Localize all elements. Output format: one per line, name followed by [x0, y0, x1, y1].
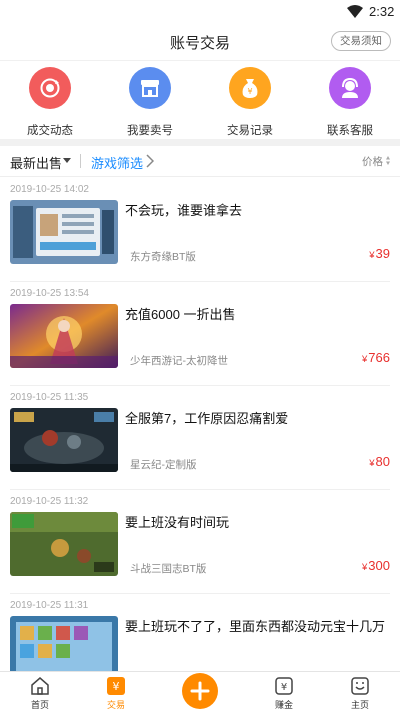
quick-item-sell[interactable]: 我要卖号	[100, 67, 200, 137]
listing-price: ¥300	[362, 558, 390, 573]
listing-thumbnail	[10, 408, 118, 472]
filter-bar: 最新出售 游戏筛选 价格	[0, 146, 400, 177]
filter-separator	[80, 154, 81, 168]
quick-menu: 成交动态 我要卖号 ¥ 交易记录 联系客服	[0, 60, 400, 139]
refresh-coin-icon	[29, 67, 71, 109]
listing-game-name: 东方奇缘BT版	[130, 251, 196, 263]
tab-home[interactable]: 首页	[0, 672, 80, 711]
trade-notice-button[interactable]: 交易须知	[331, 31, 391, 51]
tab-profile[interactable]: 主页	[320, 672, 400, 711]
listing-item[interactable]: 2019-10-25 11:32 要上班没有时间玩 斗战三国志BT版 ¥300	[0, 490, 400, 594]
listing-thumbnail	[10, 616, 118, 671]
listing-thumbnail	[10, 512, 118, 576]
money-bag-icon: ¥	[229, 67, 271, 109]
listing-title: 要上班玩不了了，里面东西都没动元宝十几万	[125, 619, 386, 634]
chevron-right-icon	[146, 154, 154, 168]
listing-date: 2019-10-25 11:32	[10, 496, 89, 507]
listing-date: 2019-10-25 11:35	[10, 392, 89, 403]
tab-earn[interactable]: ¥ 赚金	[244, 672, 324, 711]
sort-arrows-icon	[386, 156, 390, 165]
listing-game-name: 星云纪-定制版	[130, 459, 197, 471]
quick-item-deals[interactable]: 成交动态	[0, 67, 100, 137]
publish-fab-button[interactable]	[182, 673, 218, 709]
listing-item[interactable]: 2019-10-25 14:02 不会玩，谁要谁拿去 东方奇缘BT版 ¥39	[0, 178, 400, 282]
listing-price: ¥80	[369, 454, 390, 469]
quick-item-label: 我要卖号	[127, 125, 173, 137]
listing-price: ¥39	[369, 246, 390, 261]
listing-game-name: 少年西游记-太初降世	[130, 355, 228, 367]
listing-title: 全服第7，工作原因忍痛割爱	[125, 411, 289, 426]
svg-text:¥: ¥	[247, 87, 252, 96]
game-filter-button[interactable]: 游戏筛选	[91, 153, 143, 172]
quick-item-support[interactable]: 联系客服	[300, 67, 400, 137]
listing-date: 2019-10-25 14:02	[10, 184, 89, 195]
plus-icon	[190, 681, 210, 701]
tab-label: 首页	[30, 700, 49, 710]
price-sort-button[interactable]: 价格	[362, 154, 383, 169]
caret-down-icon	[63, 158, 71, 163]
trade-icon: ¥	[107, 677, 125, 695]
listing-item[interactable]: 2019-10-25 11:31 要上班玩不了了，里面东西都没动元宝十几万	[0, 594, 400, 671]
listing-date: 2019-10-25 11:31	[10, 600, 89, 611]
svg-text:¥: ¥	[113, 680, 120, 693]
quick-item-label: 交易记录	[227, 125, 273, 137]
status-bar: 2:32	[0, 0, 400, 24]
listing-title: 要上班没有时间玩	[125, 515, 230, 530]
listing-date: 2019-10-25 13:54	[10, 288, 89, 299]
headset-icon	[329, 67, 371, 109]
section-divider	[0, 139, 400, 146]
quick-item-label: 成交动态	[27, 125, 73, 137]
store-icon	[129, 67, 171, 109]
quick-item-label: 联系客服	[327, 125, 373, 137]
status-time: 2:32	[369, 4, 395, 19]
listing-item[interactable]: 2019-10-25 11:35 全服第7，工作原因忍痛割爱 星云纪-定制版 ¥…	[0, 386, 400, 490]
wifi-icon	[347, 5, 363, 18]
listing-game-name: 斗战三国志BT版	[130, 563, 207, 575]
listing-title: 不会玩，谁要谁拿去	[125, 203, 243, 218]
svg-text:¥: ¥	[281, 682, 287, 693]
tab-label: 主页	[350, 700, 369, 710]
home-icon	[31, 677, 49, 695]
tab-label: 交易	[106, 700, 125, 710]
listing-title: 充值6000 一折出售	[125, 307, 236, 322]
listing-thumbnail	[10, 200, 118, 264]
tab-trade[interactable]: ¥ 交易	[76, 672, 156, 711]
listing-thumbnail	[10, 304, 118, 368]
sort-dropdown[interactable]: 最新出售	[10, 153, 62, 172]
tab-label: 赚金	[274, 700, 293, 710]
app-header: 账号交易 交易须知	[0, 24, 400, 60]
listing-item[interactable]: 2019-10-25 13:54 充值6000 一折出售 少年西游记-太初降世 …	[0, 282, 400, 386]
earn-icon: ¥	[275, 677, 293, 695]
listing-price: ¥766	[362, 350, 390, 365]
quick-item-records[interactable]: ¥ 交易记录	[200, 67, 300, 137]
profile-icon	[351, 677, 369, 695]
